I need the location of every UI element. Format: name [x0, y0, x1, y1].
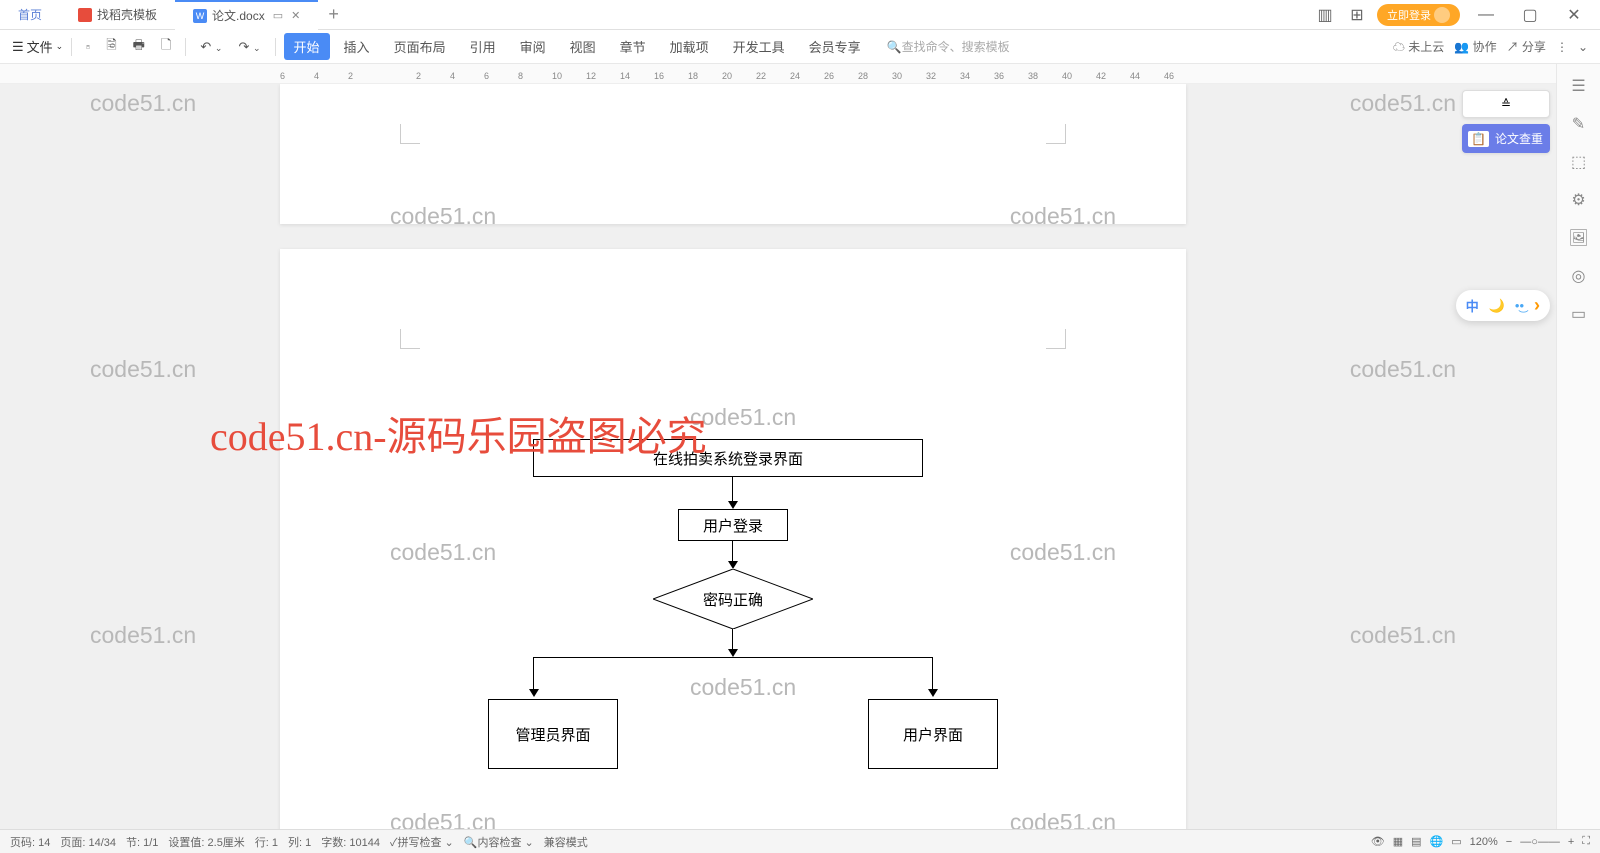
ribbon-review[interactable]: 审阅 — [510, 33, 556, 60]
watermark: code51.cn — [90, 90, 196, 117]
login-button[interactable]: 立即登录 — [1377, 4, 1460, 26]
statusbar: 页码: 14 页面: 14/34 节: 1/1 设置值: 2.5厘米 行: 1 … — [0, 829, 1600, 853]
template-icon — [78, 8, 92, 22]
ime-toolbar[interactable]: 中 🌙 •͜• › — [1456, 290, 1550, 321]
watermark: code51.cn — [390, 539, 496, 566]
search-input[interactable]: 🔍 查找命令、搜索模板 — [887, 38, 1010, 55]
maximize-button[interactable]: ▢ — [1512, 1, 1548, 29]
rail-target-icon[interactable]: ◎ — [1569, 266, 1589, 286]
sb-col[interactable]: 列: 1 — [288, 834, 311, 850]
sb-fullscreen-icon[interactable]: ⛶ — [1582, 835, 1590, 848]
watermark: code51.cn — [1010, 809, 1116, 829]
watermark: code51.cn — [390, 203, 496, 230]
sb-view2-icon[interactable]: ▤ — [1411, 835, 1421, 848]
tab-document[interactable]: W论文.docx▭✕ — [175, 0, 318, 30]
ime-lang[interactable]: 中 — [1466, 296, 1479, 315]
preview-icon[interactable]: 🗋 — [155, 32, 177, 62]
sb-row[interactable]: 行: 1 — [255, 834, 278, 850]
ribbon-layout[interactable]: 页面布局 — [384, 33, 456, 60]
watermark-large: code51.cn-源码乐园盗图必究 — [210, 404, 707, 462]
side-panel: ≙ 📋论文查重 — [1456, 84, 1556, 159]
avatar-icon — [1434, 7, 1450, 23]
collab-button[interactable]: 👥 协作 — [1454, 38, 1496, 55]
watermark: code51.cn — [90, 622, 196, 649]
sb-pages[interactable]: 页面: 14/34 — [60, 834, 116, 850]
undo-icon[interactable]: ↶ ⌄ — [194, 35, 228, 59]
ruler: 6422468101214161820222426283032343638404… — [0, 64, 1600, 84]
ribbon-member[interactable]: 会员专享 — [799, 33, 871, 60]
sb-zoom[interactable]: 120% — [1470, 836, 1498, 848]
ime-moon-icon[interactable]: 🌙 — [1489, 298, 1505, 314]
toolbar: ☰ 文件 ⌄ 🗟 🖶 🗋 ↶ ⌄ ↷ ⌄ 开始 插入 页面布局 引用 审阅 视图… — [0, 30, 1600, 64]
ribbon-addon[interactable]: 加载项 — [660, 33, 719, 60]
save-icon[interactable] — [80, 39, 96, 55]
redo-icon[interactable]: ↷ ⌄ — [232, 35, 266, 59]
sb-section[interactable]: 节: 1/1 — [126, 834, 158, 850]
rail-pen-icon[interactable]: ✎ — [1569, 114, 1589, 134]
sb-view4-icon[interactable]: ▭ — [1451, 835, 1461, 848]
tab-home[interactable]: 首页 — [0, 0, 60, 30]
ime-arrow-icon[interactable]: › — [1534, 295, 1540, 316]
layout-icon[interactable]: ▥ — [1313, 3, 1337, 27]
paper-check-button[interactable]: 📋论文查重 — [1462, 124, 1550, 153]
sb-compat[interactable]: 兼容模式 — [544, 834, 588, 850]
minimize-button[interactable]: — — [1468, 1, 1504, 29]
rail-settings-icon[interactable]: ⚙ — [1569, 190, 1589, 210]
rail-image-icon[interactable]: 🖼 — [1569, 228, 1589, 248]
tab-close-icon[interactable]: ✕ — [291, 9, 300, 22]
sb-spell[interactable]: ✓拼写检查 ⌄ — [390, 834, 454, 850]
sb-slider[interactable]: —○—— — [1520, 836, 1560, 848]
watermark: code51.cn — [1350, 622, 1456, 649]
watermark: code51.cn — [1350, 90, 1456, 117]
apps-icon[interactable]: ⊞ — [1345, 3, 1369, 27]
rail-book-icon[interactable]: ▭ — [1569, 304, 1589, 324]
page-current[interactable]: code51.cn code51.cn code51.cn code51.cn … — [280, 249, 1186, 829]
sb-view1-icon[interactable]: ▦ — [1393, 835, 1403, 848]
ribbon-dev[interactable]: 开发工具 — [723, 33, 795, 60]
expand-icon[interactable]: ⌄ — [1578, 40, 1588, 54]
watermark: code51.cn — [1350, 356, 1456, 383]
rail-select-icon[interactable]: ⬚ — [1569, 152, 1589, 172]
share-button[interactable]: ↗ 分享 — [1507, 38, 1546, 55]
ribbon-chapter[interactable]: 章节 — [610, 33, 656, 60]
page-previous: code51.cn code51.cn — [280, 84, 1186, 224]
ribbon-insert[interactable]: 插入 — [334, 33, 380, 60]
tab-template[interactable]: 找稻壳模板 — [60, 0, 175, 30]
rail-menu-icon[interactable]: ☰ — [1569, 76, 1589, 96]
close-button[interactable]: ✕ — [1556, 1, 1592, 29]
titlebar: 首页 找稻壳模板 W论文.docx▭✕ + ▥ ⊞ 立即登录 — ▢ ✕ — [0, 0, 1600, 30]
sb-zoomin-icon[interactable]: + — [1568, 836, 1574, 848]
print-icon[interactable]: 🖶 — [127, 32, 151, 62]
tab-menu-icon[interactable]: ▭ — [273, 9, 283, 22]
sb-words[interactable]: 字数: 10144 — [321, 834, 380, 850]
sb-eye-icon[interactable]: 👁 — [1371, 835, 1385, 848]
flow-admin: 管理员界面 — [488, 699, 618, 769]
ribbon-start[interactable]: 开始 — [284, 33, 330, 60]
word-icon: W — [193, 9, 207, 23]
watermark: code51.cn — [1010, 539, 1116, 566]
document-area: code51.cn code51.cn code51.cn code51.cn … — [0, 84, 1556, 829]
ime-face-icon[interactable]: •͜• — [1515, 298, 1524, 313]
watermark: code51.cn — [690, 674, 796, 701]
ribbon-view[interactable]: 视图 — [560, 33, 606, 60]
cloud-status[interactable]: ☁ 未上云 — [1393, 38, 1444, 55]
right-rail: ☰ ✎ ⬚ ⚙ 🖼 ◎ ▭ — [1556, 64, 1600, 829]
flow-decision: 密码正确 — [653, 569, 813, 629]
sb-view3-icon[interactable]: 🌐 — [1430, 835, 1444, 848]
file-menu[interactable]: ☰ 文件 ⌄ — [12, 37, 63, 56]
sb-content[interactable]: 🔍内容检查 ⌄ — [464, 834, 534, 850]
flow-user: 用户界面 — [868, 699, 998, 769]
ribbon-ref[interactable]: 引用 — [460, 33, 506, 60]
more-icon[interactable]: ⋮ — [1556, 40, 1568, 54]
flow-login: 用户登录 — [678, 509, 788, 541]
add-tab-button[interactable]: + — [318, 4, 349, 25]
sb-setting[interactable]: 设置值: 2.5厘米 — [168, 834, 244, 850]
panel-collapse[interactable]: ≙ — [1462, 90, 1550, 118]
watermark: code51.cn — [1010, 203, 1116, 230]
watermark: code51.cn — [390, 809, 496, 829]
sb-page[interactable]: 页码: 14 — [10, 834, 50, 850]
saveas-icon[interactable]: 🗟 — [100, 32, 122, 62]
watermark: code51.cn — [90, 356, 196, 383]
sb-zoomout-icon[interactable]: − — [1506, 836, 1512, 848]
